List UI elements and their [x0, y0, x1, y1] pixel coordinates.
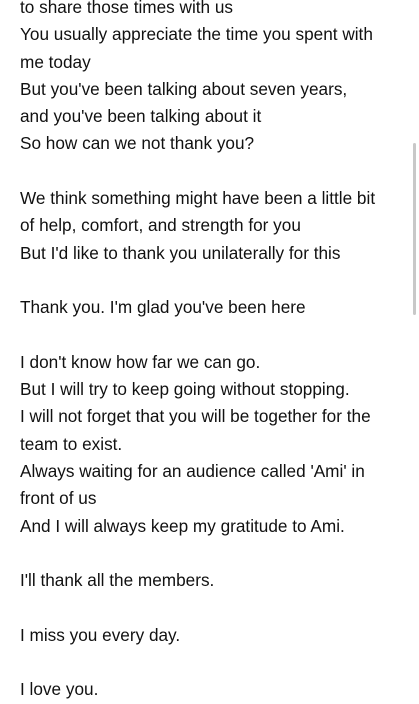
- text-line: I miss you every day.: [20, 624, 181, 645]
- text-line: Always waiting for an audience called 'A…: [20, 461, 365, 482]
- text-line: of help, comfort, and strength for you: [20, 215, 301, 236]
- paragraph-break: [20, 322, 405, 349]
- text-line: But I'd like to thank you unilaterally f…: [20, 242, 341, 263]
- text-line: We think something might have been a lit…: [20, 188, 376, 209]
- text-line: Thank you. I'm glad you've been here: [20, 297, 306, 318]
- paragraph-break: [20, 267, 405, 294]
- paragraph-break: [20, 595, 405, 622]
- text-line: me today: [20, 51, 91, 72]
- paragraph-break: [20, 158, 405, 185]
- text-line: I love you.: [20, 679, 99, 700]
- text-line: You usually appreciate the time you spen…: [20, 24, 373, 45]
- text-line: and you've been talking about it: [20, 106, 262, 127]
- text-line: I don't know how far we can go.: [20, 351, 261, 372]
- message-text-body: to share those times with us You usually…: [20, 0, 405, 704]
- text-line: But I will try to keep going without sto…: [20, 379, 350, 400]
- text-line: front of us: [20, 488, 97, 509]
- text-line: But you've been talking about seven year…: [20, 78, 348, 99]
- text-line: team to exist.: [20, 433, 123, 454]
- text-line: to share those times with us: [20, 0, 234, 17]
- text-line: And I will always keep my gratitude to A…: [20, 515, 345, 536]
- text-line: I'll thank all the members.: [20, 570, 215, 591]
- vertical-scrollbar[interactable]: [413, 143, 416, 315]
- text-line: I will not forget that you will be toget…: [20, 406, 371, 427]
- paragraph-break: [20, 649, 405, 676]
- paragraph-break: [20, 540, 405, 567]
- text-line: So how can we not thank you?: [20, 133, 255, 154]
